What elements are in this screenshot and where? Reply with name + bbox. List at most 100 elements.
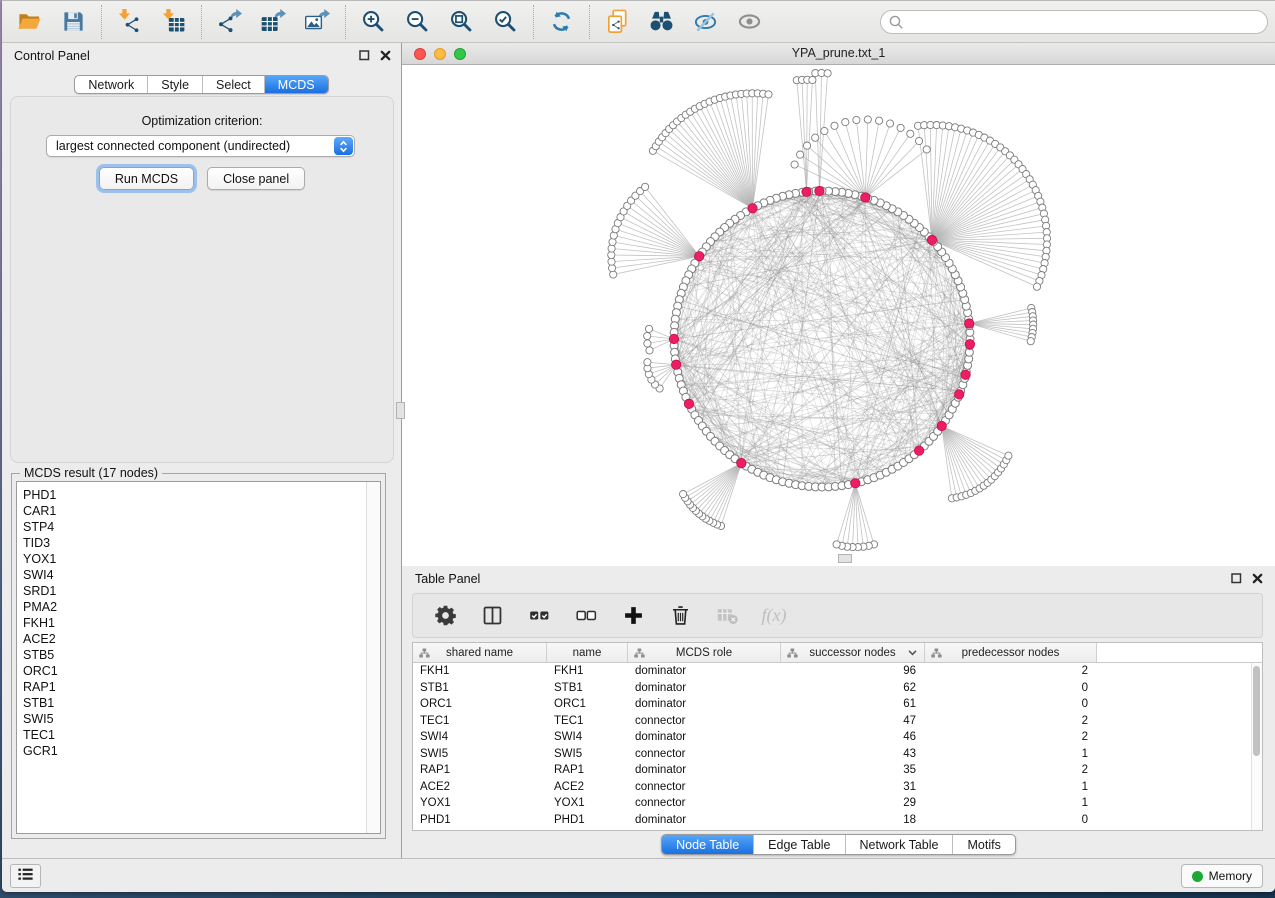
- optimization-criterion-value: largest connected component (undirected): [56, 139, 290, 153]
- cell: 0: [925, 814, 1097, 826]
- mcds-result-item[interactable]: SWI5: [17, 711, 380, 727]
- column-header-MCDS-role[interactable]: MCDS role: [628, 643, 781, 662]
- cell: FKH1: [413, 665, 547, 677]
- float-table-panel-icon[interactable]: [1230, 572, 1242, 584]
- column-header-shared-name[interactable]: shared name: [413, 643, 547, 662]
- tab-select[interactable]: Select: [202, 76, 264, 93]
- zoom-fit-icon: [449, 9, 474, 34]
- show-all-button[interactable]: [736, 8, 763, 35]
- mcds-result-item[interactable]: ACE2: [17, 631, 380, 647]
- save-session-button[interactable]: [60, 8, 87, 35]
- run-mcds-button[interactable]: Run MCDS: [99, 167, 194, 190]
- desktop: { "toolbar": { "groups": [ {"items": [ {…: [0, 0, 1275, 898]
- new-network-from-selection-button[interactable]: [604, 8, 631, 35]
- cell: RAP1: [547, 764, 628, 776]
- mcds-result-item[interactable]: PMA2: [17, 599, 380, 615]
- tab-motifs[interactable]: Motifs: [952, 835, 1014, 854]
- first-neighbors-button[interactable]: [648, 8, 675, 35]
- mcds-result-item[interactable]: PHD1: [17, 487, 380, 503]
- table-row[interactable]: SWI4SWI4dominator462: [413, 729, 1251, 746]
- column-header-predecessor-nodes[interactable]: predecessor nodes: [925, 643, 1097, 662]
- zoom-in-button[interactable]: [360, 8, 387, 35]
- import-network-button[interactable]: [116, 8, 143, 35]
- select-all-button[interactable]: [526, 603, 552, 629]
- horizontal-split-handle[interactable]: [838, 554, 852, 563]
- network-canvas[interactable]: [402, 65, 1275, 566]
- column-label: name: [573, 647, 602, 659]
- table-row[interactable]: STB1STB1dominator620: [413, 680, 1251, 697]
- hide-selected-button[interactable]: [692, 8, 719, 35]
- close-table-panel-icon[interactable]: [1251, 572, 1263, 584]
- import-table-button[interactable]: [160, 8, 187, 35]
- mcds-result-item[interactable]: STB5: [17, 647, 380, 663]
- export-network-button[interactable]: [216, 8, 243, 35]
- mcds-result-item[interactable]: TID3: [17, 535, 380, 551]
- cell: 1: [925, 748, 1097, 760]
- open-session-button[interactable]: [16, 8, 43, 35]
- float-panel-icon[interactable]: [358, 49, 370, 61]
- mcds-result-item[interactable]: STB1: [17, 695, 380, 711]
- mcds-result-item[interactable]: TEC1: [17, 727, 380, 743]
- search-input[interactable]: [880, 10, 1268, 34]
- close-panel-icon[interactable]: [379, 49, 391, 61]
- mcds-result-item[interactable]: CAR1: [17, 503, 380, 519]
- window-zoom-button[interactable]: [454, 48, 466, 60]
- tab-mcds[interactable]: MCDS: [264, 76, 328, 93]
- column-header-successor-nodes[interactable]: successor nodes: [781, 643, 925, 662]
- memory-label: Memory: [1209, 869, 1252, 883]
- cell: 29: [781, 797, 925, 809]
- apply-layout-button[interactable]: [548, 8, 575, 35]
- refresh-icon: [549, 9, 574, 34]
- mcds-result-item[interactable]: GCR1: [17, 743, 380, 759]
- cell: dominator: [628, 698, 781, 710]
- mcds-result-item[interactable]: ORC1: [17, 663, 380, 679]
- memory-button[interactable]: Memory: [1181, 864, 1263, 888]
- table-delete-icon: [716, 604, 739, 627]
- close-panel-button[interactable]: Close panel: [207, 167, 305, 190]
- column-header-name[interactable]: name: [547, 643, 628, 662]
- table-row[interactable]: FKH1FKH1dominator962: [413, 663, 1251, 680]
- window-minimize-button[interactable]: [434, 48, 446, 60]
- table-row[interactable]: SWI5SWI5connector431: [413, 746, 1251, 763]
- tab-network[interactable]: Network: [75, 76, 147, 93]
- table-row[interactable]: ACE2ACE2connector311: [413, 779, 1251, 796]
- mcds-result-item[interactable]: SRD1: [17, 583, 380, 599]
- mcds-result-item[interactable]: RAP1: [17, 679, 380, 695]
- export-table-button[interactable]: [260, 8, 287, 35]
- table-row[interactable]: YOX1YOX1connector291: [413, 795, 1251, 812]
- column-label: MCDS role: [676, 647, 732, 659]
- cell: 1: [925, 781, 1097, 793]
- table-scrollbar-thumb[interactable]: [1253, 666, 1260, 756]
- unselect-all-button[interactable]: [573, 603, 599, 629]
- show-columns-button[interactable]: [479, 603, 505, 629]
- mcds-result-item[interactable]: YOX1: [17, 551, 380, 567]
- mcds-list-scrollbar[interactable]: [366, 482, 380, 833]
- tab-style[interactable]: Style: [147, 76, 202, 93]
- cell: ACE2: [547, 781, 628, 793]
- table-row[interactable]: PHD1PHD1dominator180: [413, 812, 1251, 829]
- export-image-button[interactable]: [304, 8, 331, 35]
- mcds-result-item[interactable]: STP4: [17, 519, 380, 535]
- zoom-fit-button[interactable]: [448, 8, 475, 35]
- mcds-result-group: MCDS result (17 nodes) PHD1CAR1STP4TID3Y…: [11, 473, 386, 839]
- optimization-criterion-select[interactable]: largest connected component (undirected): [46, 135, 355, 157]
- table-row[interactable]: ORC1ORC1dominator610: [413, 696, 1251, 713]
- table-settings-button[interactable]: [432, 603, 458, 629]
- mcds-result-item[interactable]: FKH1: [17, 615, 380, 631]
- table-row[interactable]: RAP1RAP1dominator352: [413, 762, 1251, 779]
- delete-selected-button[interactable]: [667, 603, 693, 629]
- tab-edge-table[interactable]: Edge Table: [753, 835, 844, 854]
- table-row[interactable]: TEC1TEC1connector472: [413, 713, 1251, 730]
- window-close-button[interactable]: [414, 48, 426, 60]
- zoom-selected-button[interactable]: [492, 8, 519, 35]
- add-row-button[interactable]: [620, 603, 646, 629]
- zoom-out-button[interactable]: [404, 8, 431, 35]
- vertical-split-handle[interactable]: [396, 402, 405, 419]
- tab-node-table[interactable]: Node Table: [662, 835, 753, 854]
- select-stepper-icon: [334, 137, 353, 155]
- table-scrollbar: [1251, 663, 1262, 830]
- task-history-button[interactable]: [10, 864, 41, 888]
- tab-network-table[interactable]: Network Table: [845, 835, 953, 854]
- mcds-result-item[interactable]: SWI4: [17, 567, 380, 583]
- network-title: YPA_prune.txt_1: [402, 43, 1275, 64]
